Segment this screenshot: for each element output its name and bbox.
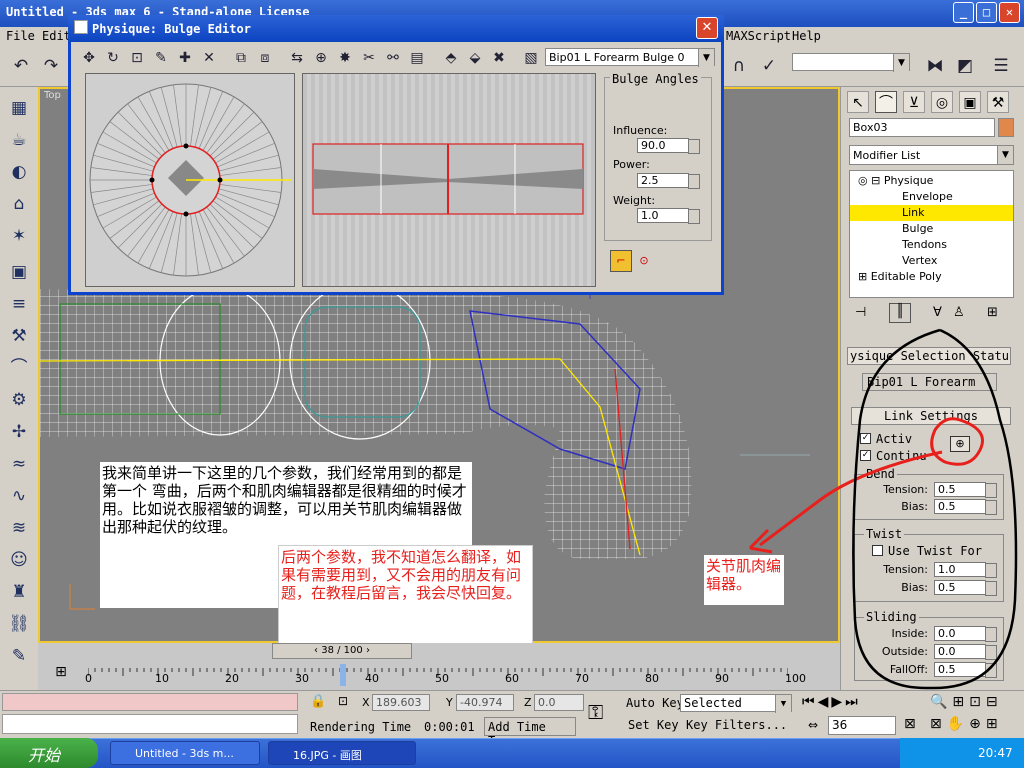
annotation-scribble <box>852 328 1018 690</box>
annotation-arrowhead <box>748 528 773 554</box>
task-3dsmax[interactable]: Untitled - 3ds m... <box>110 741 260 765</box>
system-tray: 20:47 <box>900 738 1024 768</box>
annotation-overlay <box>748 328 1018 690</box>
task-paint[interactable]: 16.JPG - 画图 <box>268 741 416 765</box>
start-button[interactable]: 开始 <box>0 738 98 768</box>
annotation-circle <box>930 417 984 466</box>
clock: 20:47 <box>978 746 1013 760</box>
annotation-arrow <box>759 450 943 547</box>
